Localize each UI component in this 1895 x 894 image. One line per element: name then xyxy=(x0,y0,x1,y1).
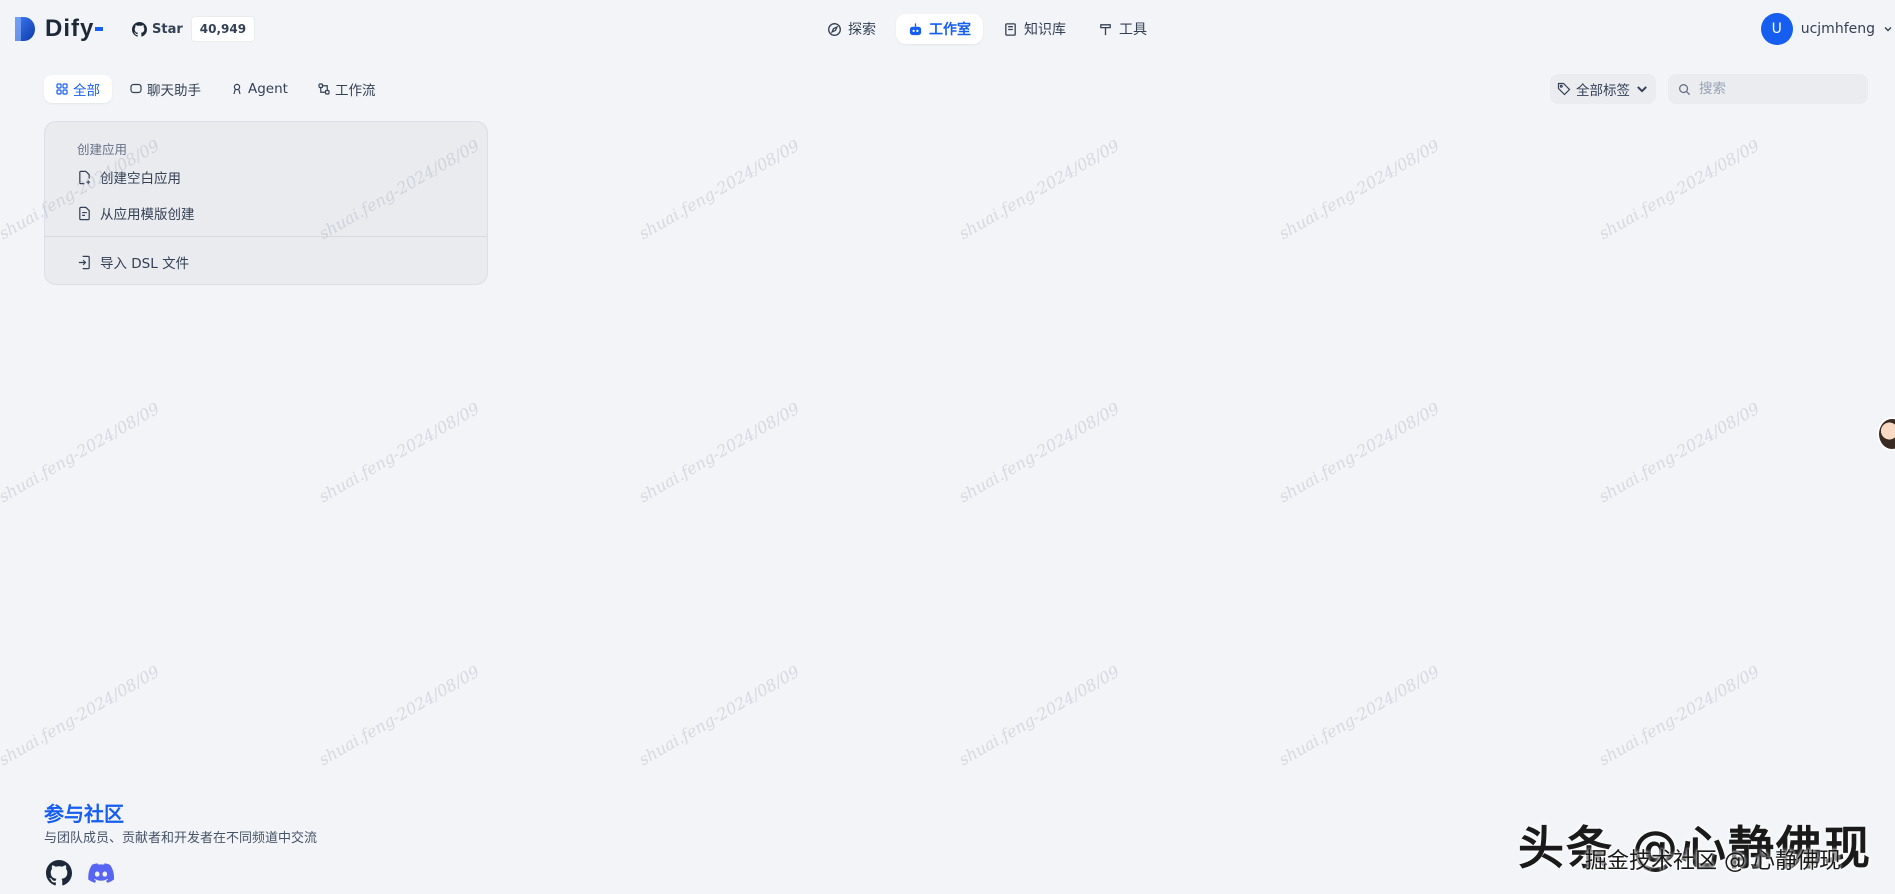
watermark-text: shuai.feng-2024/08/09 xyxy=(635,398,803,507)
nav-explore[interactable]: 探索 xyxy=(815,14,888,44)
github-icon xyxy=(132,21,147,37)
watermark-text: shuai.feng-2024/08/09 xyxy=(1595,135,1763,244)
tab-agent-label: Agent xyxy=(248,81,288,97)
app-page: Dify Star 40,949 探索 工作室 知识库 工具 U ucjmhfe… xyxy=(0,0,1895,894)
dify-logo[interactable]: Dify xyxy=(13,14,104,44)
brand-name: Dify xyxy=(45,15,95,42)
grid-icon xyxy=(56,83,68,95)
nav-tools[interactable]: 工具 xyxy=(1086,14,1159,44)
watermark-text: shuai.feng-2024/08/09 xyxy=(1275,398,1443,507)
watermark-text: shuai.feng-2024/08/09 xyxy=(1275,661,1443,770)
hammer-icon xyxy=(1100,23,1111,35)
file-plus-icon xyxy=(79,170,91,184)
search-icon xyxy=(1679,83,1691,95)
tab-all-label: 全部 xyxy=(73,83,100,99)
chevron-down-icon xyxy=(1637,86,1647,93)
watermark-text: shuai.feng-2024/08/09 xyxy=(955,135,1123,244)
import-dsl-label: 导入 DSL 文件 xyxy=(100,256,190,272)
nav-studio[interactable]: 工作室 xyxy=(896,14,983,44)
github-star-count: 40,949 xyxy=(190,16,256,42)
nav-studio-label: 工作室 xyxy=(929,22,971,38)
username: ucjmhfeng xyxy=(1800,21,1875,37)
create-blank-app-button[interactable]: 创建空白应用 xyxy=(77,167,181,187)
github-icon[interactable] xyxy=(46,860,72,886)
book-icon xyxy=(1005,22,1016,36)
dify-logo-icon xyxy=(15,17,35,41)
tab-agent[interactable]: Agent xyxy=(219,75,300,103)
compass-icon xyxy=(828,22,841,36)
search-box[interactable] xyxy=(1668,74,1868,104)
watermark-text: shuai.feng-2024/08/09 xyxy=(955,398,1123,507)
nav-knowledge[interactable]: 知识库 xyxy=(991,14,1078,44)
agent-icon xyxy=(233,83,241,95)
brand-cursor-mark xyxy=(95,27,104,31)
watermark-text: shuai.feng-2024/08/09 xyxy=(635,135,803,244)
search-input[interactable] xyxy=(1697,80,1861,98)
community-description: 与团队成员、贡献者和开发者在不同频道中交流 xyxy=(44,831,318,846)
nav-tools-label: 工具 xyxy=(1119,22,1147,38)
tab-workflow[interactable]: 工作流 xyxy=(306,75,388,103)
create-app-card: 创建应用 创建空白应用 从应用模版创建 导入 DSL 文件 xyxy=(44,121,488,285)
watermark-text: shuai.feng-2024/08/09 xyxy=(955,661,1123,770)
tab-all[interactable]: 全部 xyxy=(44,75,112,103)
watermark-text: shuai.feng-2024/08/09 xyxy=(635,661,803,770)
watermark-text: shuai.feng-2024/08/09 xyxy=(0,398,163,507)
discord-icon[interactable] xyxy=(88,860,114,886)
card-divider xyxy=(45,236,487,237)
import-dsl-button[interactable]: 导入 DSL 文件 xyxy=(77,252,189,272)
file-import-icon xyxy=(78,255,90,269)
file-template-icon xyxy=(79,206,90,220)
corner-watermark-sub: 掘金技术社区 @ 心静佛现 xyxy=(1585,849,1841,874)
watermark-text: shuai.feng-2024/08/09 xyxy=(1595,661,1763,770)
watermark-text: shuai.feng-2024/08/09 xyxy=(1595,398,1763,507)
app-type-tabs: 全部 聊天助手 Agent 工作流 xyxy=(44,75,387,103)
tag-filter-label: 全部标签 xyxy=(1576,83,1630,99)
create-from-template-label: 从应用模版创建 xyxy=(100,207,195,223)
github-star-label: Star xyxy=(152,21,183,37)
watermark-text: shuai.feng-2024/08/09 xyxy=(315,661,483,770)
create-blank-app-label: 创建空白应用 xyxy=(100,171,181,187)
tab-chat-assistant[interactable]: 聊天助手 xyxy=(118,75,213,103)
tab-workflow-label: 工作流 xyxy=(334,83,376,99)
avatar[interactable]: U xyxy=(1760,13,1793,45)
community-links xyxy=(46,860,114,886)
tag-filter-dropdown[interactable]: 全部标签 xyxy=(1550,74,1656,104)
chevron-down-icon xyxy=(1884,27,1892,32)
main-nav: 探索 工作室 知识库 工具 xyxy=(815,14,1159,44)
tag-icon xyxy=(1557,82,1571,96)
github-star-widget[interactable]: Star 40,949 xyxy=(132,16,256,42)
create-app-title: 创建应用 xyxy=(77,142,128,157)
watermark-text: shuai.feng-2024/08/09 xyxy=(1275,135,1443,244)
create-from-template-button[interactable]: 从应用模版创建 xyxy=(77,203,195,223)
community-title: 参与社区 xyxy=(44,802,124,826)
robot-icon xyxy=(909,22,922,35)
nav-explore-label: 探索 xyxy=(848,22,876,38)
watermark-text: shuai.feng-2024/08/09 xyxy=(0,661,163,770)
tab-chat-assistant-label: 聊天助手 xyxy=(147,83,201,99)
nav-knowledge-label: 知识库 xyxy=(1024,22,1066,38)
chat-bubble-icon xyxy=(130,83,142,94)
watermark-text: shuai.feng-2024/08/09 xyxy=(315,398,483,507)
workflow-icon xyxy=(318,83,330,95)
github-star-button[interactable]: Star xyxy=(132,21,191,37)
floating-assistant-avatar[interactable] xyxy=(1877,417,1895,451)
top-bar: Dify Star 40,949 探索 工作室 知识库 工具 U ucjmhfe… xyxy=(0,0,1895,56)
user-menu[interactable]: U ucjmhfeng xyxy=(1760,13,1895,45)
